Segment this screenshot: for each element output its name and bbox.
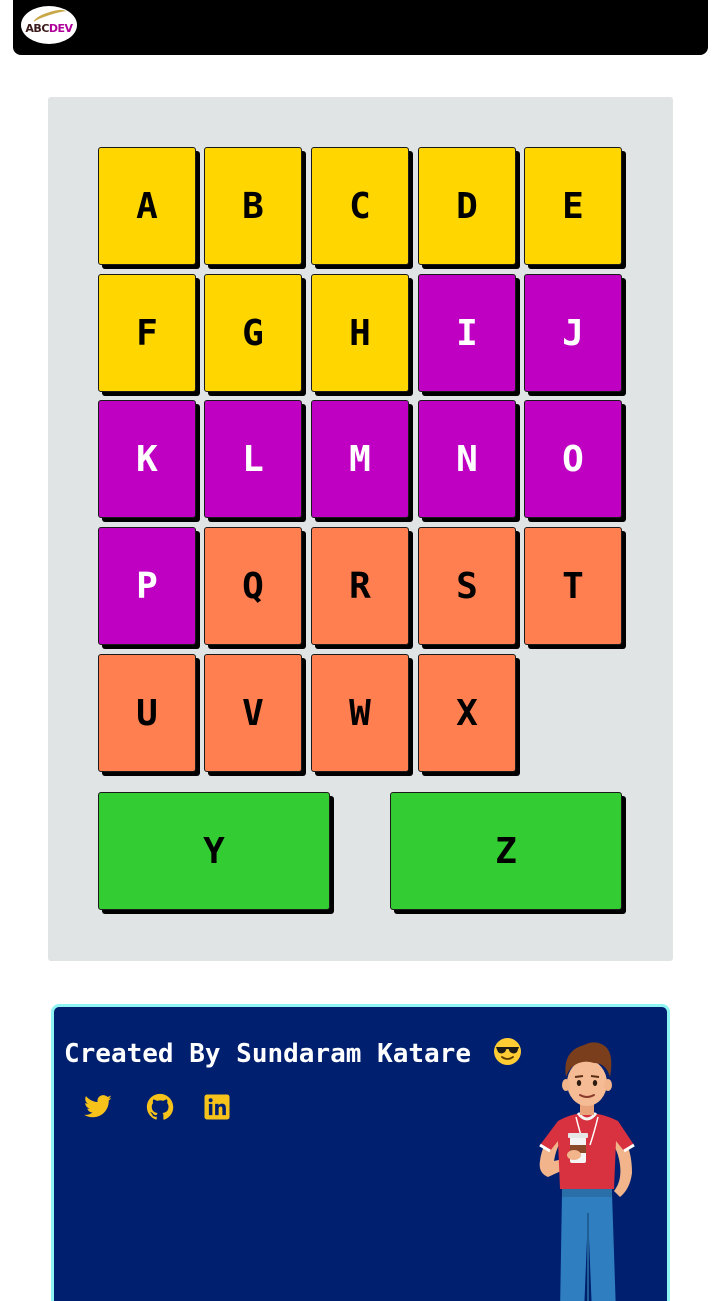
letter-tile-f[interactable]: F: [98, 274, 196, 392]
letter-tile-w[interactable]: W: [311, 654, 409, 772]
letter-tile-k[interactable]: K: [98, 400, 196, 518]
letter-tile-l[interactable]: L: [204, 400, 302, 518]
letter-tile-i[interactable]: I: [418, 274, 516, 392]
linkedin-icon[interactable]: [201, 1092, 233, 1122]
letter-tile-e[interactable]: E: [524, 147, 622, 265]
letter-tile-n[interactable]: N: [418, 400, 516, 518]
logo-text: ABCDEV: [25, 22, 73, 35]
credit-text: Created By Sundaram Katare: [64, 1039, 471, 1069]
sunglasses-emoji-icon: [493, 1037, 522, 1066]
letter-tile-v[interactable]: V: [204, 654, 302, 772]
letter-tile-p[interactable]: P: [98, 527, 196, 645]
letter-tile-q[interactable]: Q: [204, 527, 302, 645]
letter-tile-x[interactable]: X: [418, 654, 516, 772]
letter-tile-y[interactable]: Y: [98, 792, 330, 910]
letter-tile-s[interactable]: S: [418, 527, 516, 645]
alphabet-board: A B C D E F G H I J K L M N O P Q R S T …: [48, 97, 673, 961]
letter-tile-j[interactable]: J: [524, 274, 622, 392]
letter-tile-b[interactable]: B: [204, 147, 302, 265]
credit-line: Created By Sundaram Katare: [64, 1037, 522, 1069]
github-icon[interactable]: [144, 1092, 176, 1122]
person-illustration: [532, 1033, 642, 1301]
navbar: ABCDEV: [13, 0, 708, 55]
logo[interactable]: ABCDEV: [21, 6, 77, 44]
footer: Created By Sundaram Katare: [51, 1004, 670, 1301]
letter-tile-h[interactable]: H: [311, 274, 409, 392]
letter-tile-r[interactable]: R: [311, 527, 409, 645]
letter-tile-g[interactable]: G: [204, 274, 302, 392]
letter-tile-o[interactable]: O: [524, 400, 622, 518]
twitter-icon[interactable]: [82, 1092, 114, 1122]
letter-tile-t[interactable]: T: [524, 527, 622, 645]
letter-tile-a[interactable]: A: [98, 147, 196, 265]
letter-tile-u[interactable]: U: [98, 654, 196, 772]
letter-tile-z[interactable]: Z: [390, 792, 622, 910]
letter-tile-c[interactable]: C: [311, 147, 409, 265]
letter-tile-m[interactable]: M: [311, 400, 409, 518]
letter-tile-d[interactable]: D: [418, 147, 516, 265]
